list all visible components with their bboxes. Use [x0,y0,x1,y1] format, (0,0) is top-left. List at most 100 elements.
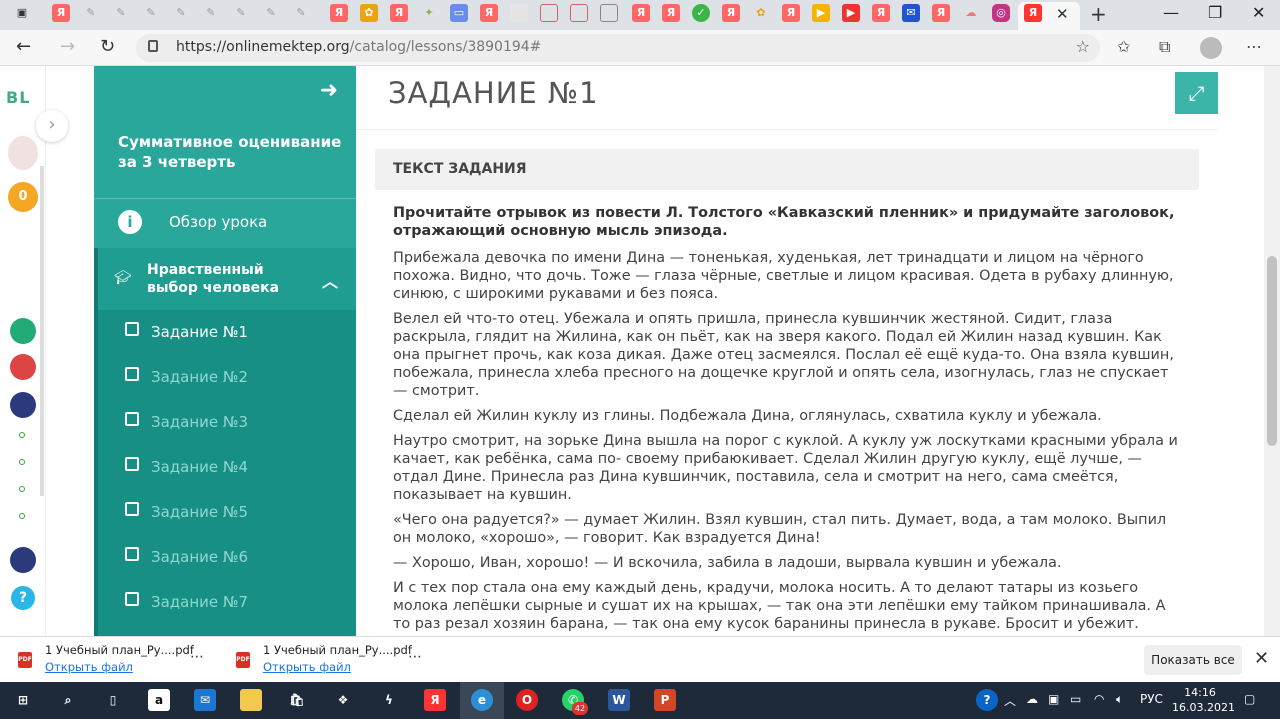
dot-icon[interactable] [19,486,25,492]
tab-yandex-icon[interactable]: Я [662,4,680,22]
tab-puzzle-icon[interactable]: ✿ [752,4,770,22]
user-avatar[interactable] [8,136,38,170]
network-icon[interactable]: ◠ [1094,692,1104,706]
file-explorer-icon[interactable] [240,689,262,711]
section-header[interactable]: 🎓︎ Нравственный выбор человека ︿ [94,248,356,310]
task-view-icon[interactable]: ▯ [102,689,124,711]
tab-instagram-icon[interactable]: ◎ [992,4,1010,22]
smart-nation-icon[interactable] [10,392,36,418]
smart-nation-icon[interactable] [10,547,36,573]
open-file-link[interactable]: Открыть файл [263,660,351,674]
app-icon[interactable] [10,354,36,380]
collections-icon[interactable]: ⧉ [1159,37,1170,57]
reload-icon[interactable]: ↻ [100,36,115,57]
task-item[interactable]: Задание №5 [98,490,356,535]
tab-yandex-icon[interactable]: Я [330,4,348,22]
expand-rail-button[interactable]: › [36,110,68,142]
task-item[interactable]: Задание №3 [98,400,356,445]
download-item[interactable]: PDF 1 Учебный план_Ру....pdf Открыть фай… [18,643,218,677]
lesson-overview-link[interactable]: i Обзор урока [94,198,356,248]
tab-yandex-icon[interactable]: Я [782,4,800,22]
tab-play-icon[interactable]: ▶ [812,4,830,22]
powerpoint-icon[interactable]: P [654,689,676,711]
show-all-button[interactable]: Показать все [1144,645,1242,675]
close-download-bar-icon[interactable]: ✕ [1254,648,1269,669]
store-icon[interactable]: 🛍︎ [286,689,308,711]
amazon-icon[interactable]: a [148,689,170,711]
tab-link-icon[interactable]: ✎ [232,4,250,22]
yandex-browser-icon[interactable]: Я [424,689,446,711]
tab-yandex-icon[interactable]: Я [632,4,650,22]
close-tab-icon[interactable]: ✕ [1056,5,1069,23]
rail-scrollbar[interactable] [40,166,44,496]
clock[interactable]: 14:16 16.03.2021 [1172,685,1235,715]
tab-doc-icon[interactable] [510,4,528,22]
battery-icon[interactable]: ▭ [1070,692,1081,706]
bilimland-logo[interactable]: BL [6,88,30,107]
tab-link-icon[interactable]: ✎ [172,4,190,22]
task-item[interactable]: Задание №2 [98,355,356,400]
start-icon[interactable]: ⊞ [12,689,34,711]
url-text[interactable]: https://onlinemektep.org/catalog/lessons… [176,39,541,55]
page-scrollbar[interactable] [1264,66,1280,636]
task-item[interactable]: Задание №1 [98,310,356,355]
task-item[interactable]: Задание №6 [98,535,356,580]
coins-badge[interactable]: 0 [8,182,38,212]
dot-icon[interactable] [19,513,25,519]
tab-link-icon[interactable]: ✎ [142,4,160,22]
minimize-icon[interactable]: — [1163,3,1179,22]
forward-icon[interactable]: → [60,36,75,57]
volume-icon[interactable]: 🔈︎ [1116,692,1123,707]
chevron-up-icon[interactable]: ︿ [1004,692,1016,709]
search-icon[interactable]: ⌕ [57,689,79,711]
tab-screen-icon[interactable] [600,4,618,22]
more-options-icon[interactable]: ⋯ [190,649,204,665]
tray-icon[interactable]: ▣ [1048,692,1059,706]
active-tab[interactable]: Я [1018,2,1080,30]
app-icon[interactable]: ϟ [378,689,400,711]
window-menu-icon[interactable]: ▣ [13,4,31,22]
back-icon[interactable]: ← [16,36,31,57]
tab-pdf-icon[interactable] [540,4,558,22]
tab-youtube-icon[interactable]: ▶ [842,4,860,22]
tab-check-icon[interactable]: ✓ [692,4,710,22]
task-item[interactable]: Задание №7 [98,580,356,625]
back-arrow-icon[interactable]: ➜ [320,78,338,103]
chevron-up-icon[interactable]: ︿ [322,268,338,292]
download-item[interactable]: PDF 1 Учебный план_Ру....pdf Открыть фай… [236,643,436,677]
dot-icon[interactable] [19,459,25,465]
opera-icon[interactable]: O [516,689,538,711]
tab-chat-icon[interactable]: ▭ [450,4,468,22]
new-tab-button[interactable]: + [1090,2,1107,26]
tab-link-icon[interactable]: ✎ [262,4,280,22]
fullscreen-icon[interactable]: ⤢ [1175,72,1218,114]
language-indicator[interactable]: РУС [1140,692,1163,706]
favorites-icon[interactable]: ✩ [1117,37,1130,56]
tab-cloud-icon[interactable]: ☁ [962,4,980,22]
tab-yandex-icon[interactable]: Я [722,4,740,22]
tab-puzzle-icon[interactable]: ✿ [360,4,378,22]
tab-link-icon[interactable]: ✎ [82,4,100,22]
tab-yandex-icon[interactable]: Я [932,4,950,22]
scrollbar-thumb[interactable] [1267,256,1277,446]
tab-yandex-icon[interactable]: Я [390,4,408,22]
mail-icon[interactable]: ✉ [194,689,216,711]
url-bar[interactable]: https://onlinemektep.org/catalog/lessons… [136,34,1100,62]
tab-pdf-icon[interactable] [570,4,588,22]
more-options-icon[interactable]: ⋯ [408,649,422,665]
tab-yandex-icon[interactable]: Я [872,4,890,22]
close-window-icon[interactable]: ✕ [1252,3,1265,22]
task-item[interactable]: Задание №4 [98,445,356,490]
dropbox-icon[interactable]: ❖ [332,689,354,711]
tab-leaf-icon[interactable]: ✦ [420,4,438,22]
tab-link-icon[interactable]: ✎ [292,4,310,22]
help-icon[interactable]: ? [11,586,35,610]
tab-yandex-icon[interactable]: Я [52,4,70,22]
tab-yandex-icon[interactable]: Я [480,4,498,22]
open-file-link[interactable]: Открыть файл [45,660,133,674]
tab-mail-icon[interactable]: ✉ [902,4,920,22]
profile-avatar[interactable] [1200,37,1222,59]
edge-taskbar-item[interactable]: e [460,682,504,719]
maximize-icon[interactable]: ❐ [1208,3,1222,22]
tab-link-icon[interactable]: ✎ [202,4,220,22]
